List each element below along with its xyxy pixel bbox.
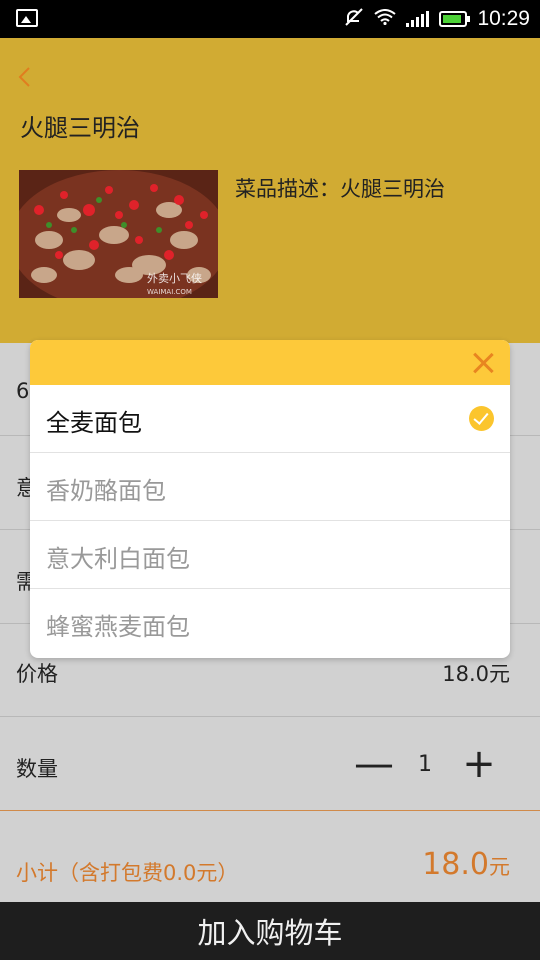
bread-select-dialog: 全麦面包 香奶酪面包 意大利白面包 蜂蜜燕麦面包 [30, 340, 510, 658]
subtotal-label: 小计（含打包费0.0元） [16, 861, 239, 885]
close-icon[interactable] [468, 348, 498, 378]
chevron-left-icon [18, 67, 30, 87]
dialog-option[interactable]: 香奶酪面包 [30, 453, 510, 521]
subtotal-amount: 18.0元 [422, 847, 510, 882]
quantity-label: 数量 [16, 757, 58, 781]
clock: 10:29 [477, 7, 530, 30]
mute-icon [344, 8, 364, 30]
dialog-option[interactable]: 蜂蜜燕麦面包 [30, 589, 510, 657]
back-button[interactable] [16, 64, 40, 94]
dish-header: 火腿三明治 外卖小飞侠 WAIMAI.COM 菜品描述：火腿三明治 [0, 38, 540, 343]
price-label: 价格 [16, 662, 58, 686]
image-watermark-sub: WAIMAI.COM [147, 288, 192, 296]
subtotal-unit: 元 [489, 855, 510, 879]
dialog-option-label: 蜂蜜燕麦面包 [46, 613, 190, 641]
increase-button[interactable]: + [462, 744, 496, 784]
dialog-option-label: 意大利白面包 [46, 545, 190, 573]
quantity-row: 数量 — 1 + [0, 717, 540, 810]
check-circle-icon [469, 406, 494, 431]
dialog-header [30, 340, 510, 385]
decrease-button[interactable]: — [354, 744, 394, 784]
dish-title: 火腿三明治 [20, 114, 140, 142]
price-value: 18.0元 [442, 662, 510, 686]
dialog-option-label: 香奶酪面包 [46, 477, 166, 505]
subtotal-row: 小计（含打包费0.0元） 18.0元 [0, 810, 540, 902]
wifi-icon [374, 9, 397, 29]
subtotal-number: 18.0 [422, 847, 489, 882]
signal-icon [406, 11, 430, 27]
dish-image: 外卖小飞侠 WAIMAI.COM [19, 170, 218, 298]
dish-description: 菜品描述：火腿三明治 [235, 177, 445, 201]
quantity-value: 1 [418, 751, 432, 777]
status-icons: 10:29 [344, 0, 530, 38]
dialog-option[interactable]: 意大利白面包 [30, 521, 510, 589]
dialog-option[interactable]: 全麦面包 [30, 385, 510, 453]
add-to-cart-button[interactable]: 加入购物车 [0, 902, 540, 960]
image-watermark: 外卖小飞侠 [147, 272, 202, 285]
image-notification-icon [16, 9, 38, 27]
battery-icon [439, 11, 471, 27]
quantity-stepper: — 1 + [354, 717, 496, 811]
dialog-option-label: 全麦面包 [46, 409, 142, 437]
option-row-1-label: 6 [16, 379, 30, 403]
status-bar: 10:29 [0, 0, 540, 38]
